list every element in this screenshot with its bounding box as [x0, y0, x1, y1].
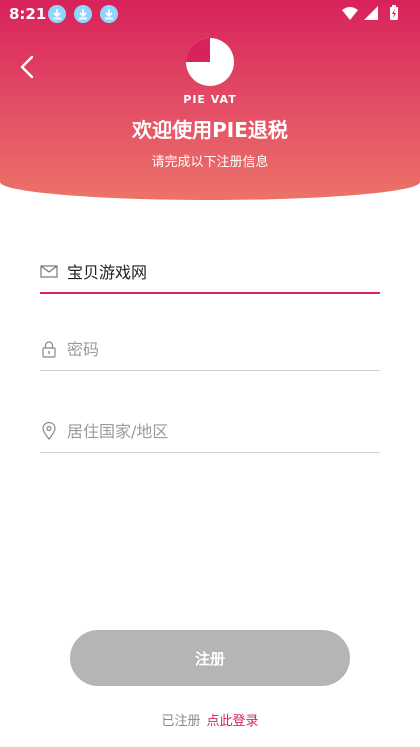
password-field[interactable] [40, 330, 380, 371]
login-link[interactable]: 点此登录 [207, 714, 259, 729]
wifi-icon [342, 7, 358, 20]
page-title: 欢迎使用PIE退税 [132, 118, 288, 142]
chevron-left-icon [20, 55, 34, 79]
country-field[interactable] [40, 412, 380, 453]
country-input[interactable] [67, 418, 367, 444]
brand-name: PIE VAT [183, 93, 237, 106]
header-banner: 8:21 PIE VAT 欢迎使用PIE退税 请完成以下注册信息 [0, 0, 420, 200]
download-notification-icon [48, 5, 66, 23]
pie-logo-icon [186, 38, 234, 86]
back-button[interactable] [12, 52, 42, 82]
lock-icon [42, 341, 56, 358]
status-bar: 8:21 [0, 0, 420, 28]
battery-icon [390, 5, 398, 20]
login-prompt: 已注册 点此登录 [0, 710, 420, 729]
download-notification-icon [74, 5, 92, 23]
register-button[interactable]: 注册 [70, 630, 350, 686]
signal-icon [364, 6, 378, 20]
already-registered-text: 已注册 [161, 714, 201, 729]
status-time: 8:21 [9, 5, 47, 23]
password-input[interactable] [67, 336, 367, 362]
page-subtitle: 请完成以下注册信息 [151, 155, 269, 170]
email-input[interactable] [67, 258, 367, 284]
location-pin-icon [42, 422, 56, 440]
status-indicators [340, 5, 410, 23]
download-notification-icon [100, 5, 118, 23]
email-field[interactable] [40, 252, 380, 294]
mail-icon [40, 265, 58, 278]
